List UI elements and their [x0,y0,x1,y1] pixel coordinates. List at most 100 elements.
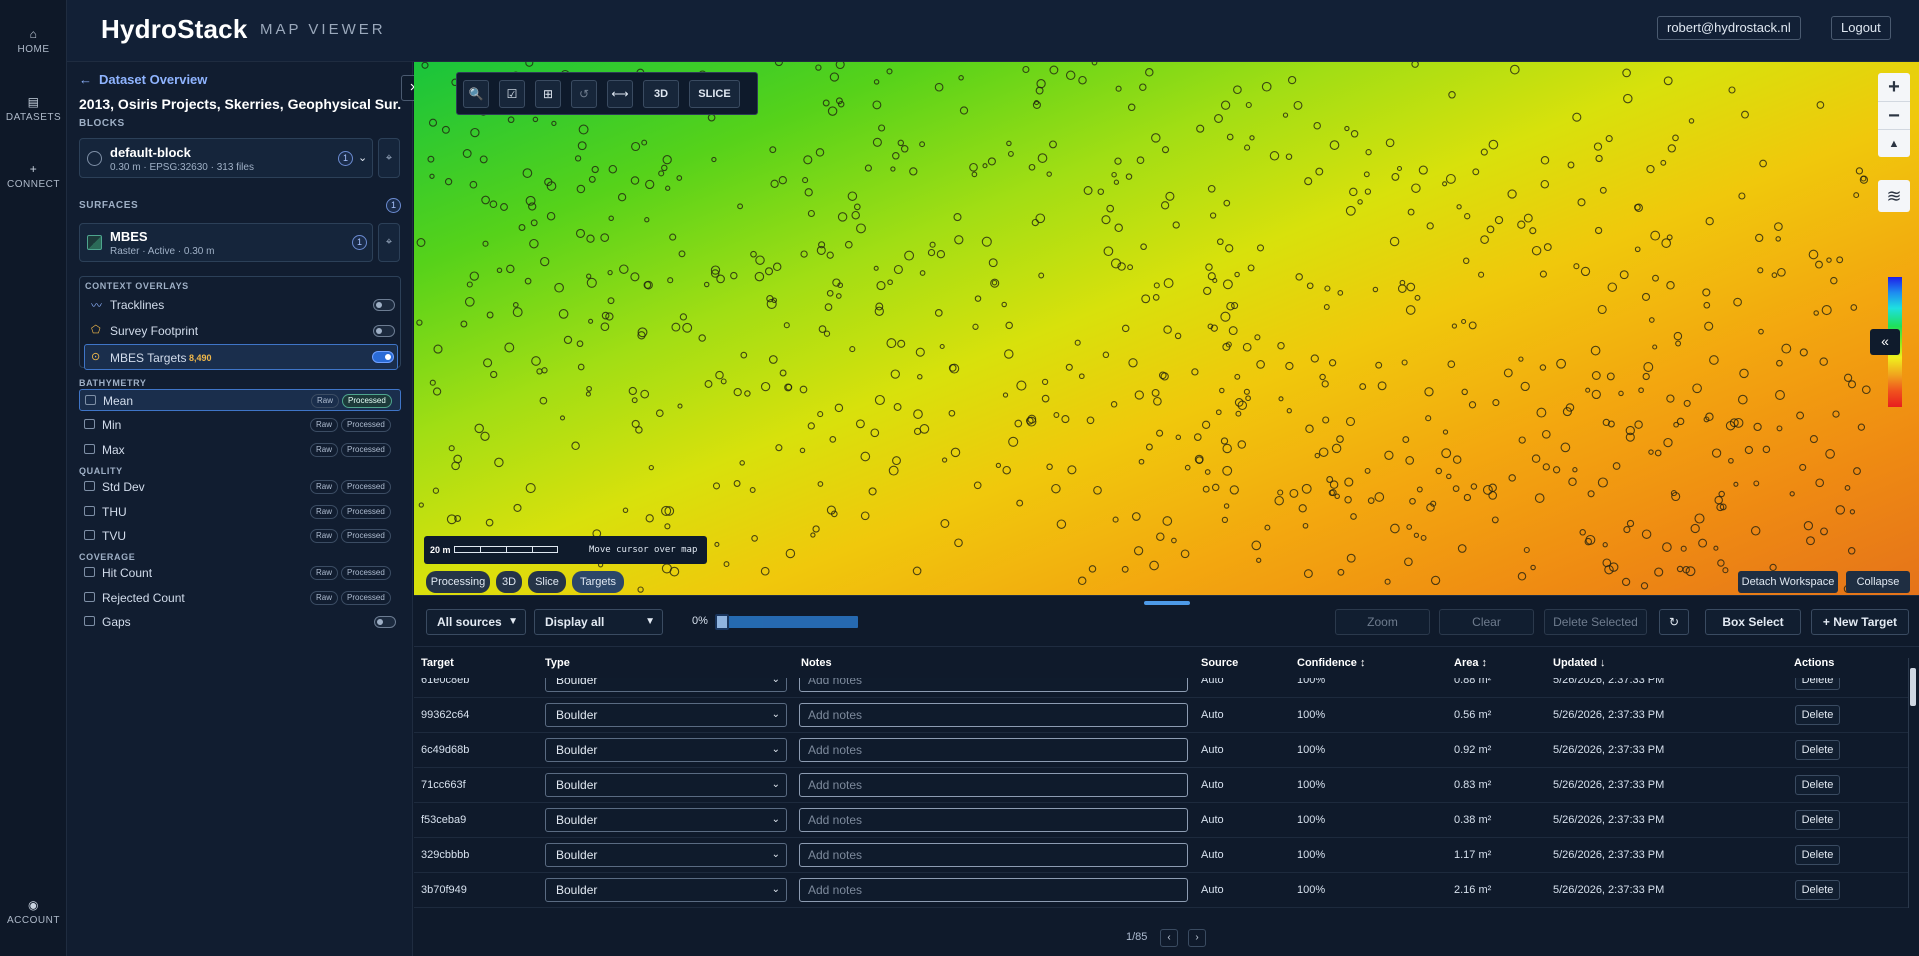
delete-selected-button[interactable]: Delete Selected [1544,609,1647,635]
mean-raw-pill[interactable]: Raw [311,394,340,408]
notes-input[interactable]: Add notes [799,808,1188,832]
col-target[interactable]: Target [421,657,454,669]
max-raw-pill[interactable]: Raw [310,443,339,457]
chip-targets[interactable]: Targets [572,571,624,593]
type-select[interactable]: Boulder ⌄ [545,703,787,727]
tvu-processed-pill[interactable]: Processed [341,529,391,543]
type-select[interactable]: Boulder ⌄ [545,843,787,867]
col-area[interactable]: Area ↕ [1454,657,1487,669]
layer-gaps[interactable]: Gaps [79,611,401,633]
rail-datasets[interactable]: ▤ DATASETS [0,95,67,123]
zoom-button[interactable]: Zoom [1335,609,1430,635]
type-select[interactable]: Boulder ⌄ [545,808,787,832]
delete-row-button[interactable]: Delete [1795,810,1840,830]
layer-mean[interactable]: Mean Raw Processed [79,389,401,411]
footprint-toggle[interactable] [373,325,395,337]
compass-button[interactable]: ▲ [1878,129,1910,157]
chip-3d[interactable]: 3D [496,571,522,593]
chip-processing[interactable]: Processing [426,571,490,593]
table-row[interactable]: 61e0c8eb Boulder ⌄ Add notes Auto 100% 0.88 m²… [414,678,1909,698]
zoom-out-button[interactable]: − [1878,101,1910,129]
resize-handle[interactable] [1144,601,1190,605]
layer-thu[interactable]: THU Raw Processed [79,501,401,523]
scrollbar-thumb[interactable] [1910,668,1916,706]
rotate-tool-button[interactable]: ↺ [571,80,597,108]
box-select-button[interactable]: Box Select [1705,609,1801,635]
back-arrow-icon[interactable]: ← [79,72,92,87]
notes-input[interactable]: Add notes [799,738,1188,762]
gaps-toggle[interactable] [374,616,396,628]
rejected-processed-pill[interactable]: Processed [341,591,391,605]
measure-tool-button[interactable]: ⟷ [607,80,633,108]
delete-row-button[interactable]: Delete [1795,678,1840,690]
map-canvas[interactable]: 🔍 ☑ ⊞ ↺ ⟷ 3D SLICE + − ▲ ≋ « 20 m Move c… [414,62,1919,595]
zoom-in-button[interactable]: + [1878,73,1910,101]
user-email-button[interactable]: robert@hydrostack.nl [1657,16,1801,40]
targets-toggle[interactable] [372,351,394,363]
slice-button[interactable]: SLICE [689,80,740,108]
delete-row-button[interactable]: Delete [1795,880,1840,900]
overlay-mbes-targets[interactable]: ⊙ MBES Targets 8,490 [84,344,398,370]
type-select[interactable]: Boulder ⌄ [545,738,787,762]
grid-tool-button[interactable]: ⊞ [535,80,561,108]
col-confidence[interactable]: Confidence ↕ [1297,657,1365,669]
block-locate-button[interactable]: ⌖ [378,138,400,178]
threshold-slider-thumb[interactable] [715,614,729,630]
notes-input[interactable]: Add notes [799,773,1188,797]
col-updated[interactable]: Updated ↓ [1553,657,1606,669]
layer-hit-count[interactable]: Hit Count Raw Processed [79,562,401,584]
layer-tvu[interactable]: TVU Raw Processed [79,525,401,547]
layer-rejected-count[interactable]: Rejected Count Raw Processed [79,587,401,609]
chip-slice[interactable]: Slice [528,571,566,593]
layer-std-dev[interactable]: Std Dev Raw Processed [79,476,401,498]
table-row[interactable]: 3b70f949 Boulder ⌄ Add notes Auto 100% 2.16 m²… [414,873,1909,908]
tvu-raw-pill[interactable]: Raw [310,529,339,543]
layer-max[interactable]: Max Raw Processed [79,439,401,461]
col-type[interactable]: Type [545,657,570,669]
delete-row-button[interactable]: Delete [1795,740,1840,760]
prev-page-button[interactable]: ‹ [1160,929,1178,947]
surface-locate-button[interactable]: ⌖ [378,223,400,262]
mean-processed-pill[interactable]: Processed [342,394,392,408]
delete-row-button[interactable]: Delete [1795,705,1840,725]
delete-row-button[interactable]: Delete [1795,845,1840,865]
table-row[interactable]: 329cbbbb Boulder ⌄ Add notes Auto 100% 1.17 m²… [414,838,1909,873]
threshold-slider-track[interactable] [715,614,858,630]
min-processed-pill[interactable]: Processed [341,418,391,432]
chevron-down-icon[interactable]: ⌄ [358,151,367,164]
table-row[interactable]: 71cc663f Boulder ⌄ Add notes Auto 100% 0.83 m²… [414,768,1909,803]
new-target-button[interactable]: + New Target [1811,609,1909,635]
hit-raw-pill[interactable]: Raw [310,566,339,580]
surface-card[interactable]: MBES Raster · Active · 0.30 m 1 [79,223,373,262]
overlay-survey-footprint[interactable]: ⬠ Survey Footprint [85,318,397,344]
rail-account[interactable]: ◉ ACCOUNT [0,898,67,926]
select-tool-button[interactable]: ☑ [499,80,525,108]
std-processed-pill[interactable]: Processed [341,480,391,494]
type-select[interactable]: Boulder ⌄ [545,678,787,692]
table-row[interactable]: f53ceba9 Boulder ⌄ Add notes Auto 100% 0.38 m²… [414,803,1909,838]
clear-button[interactable]: Clear [1439,609,1534,635]
col-source[interactable]: Source [1201,657,1238,669]
overlay-tracklines[interactable]: 〰 Tracklines [85,292,397,318]
notes-input[interactable]: Add notes [799,878,1188,902]
block-card[interactable]: default-block 0.30 m · EPSG:32630 · 313 … [79,138,373,178]
col-notes[interactable]: Notes [801,657,832,669]
logout-button[interactable]: Logout [1831,16,1891,40]
delete-row-button[interactable]: Delete [1795,775,1840,795]
sources-select[interactable]: All sources ▼ [426,609,526,635]
3d-button[interactable]: 3D [643,80,679,108]
dataset-overview-link[interactable]: Dataset Overview [99,72,207,87]
collapse-legend-button[interactable]: « [1870,329,1900,355]
rejected-raw-pill[interactable]: Raw [310,591,339,605]
notes-input[interactable]: Add notes [799,678,1188,692]
thu-processed-pill[interactable]: Processed [341,505,391,519]
table-scrollbar[interactable] [1908,658,1916,908]
table-row[interactable]: 6c49d68b Boulder ⌄ Add notes Auto 100% 0.92 m²… [414,733,1909,768]
table-row[interactable]: 99362c64 Boulder ⌄ Add notes Auto 100% 0.56 m²… [414,698,1909,733]
notes-input[interactable]: Add notes [799,843,1188,867]
rail-connect[interactable]: + CONNECT [0,162,67,190]
search-tool-button[interactable]: 🔍 [463,80,489,108]
type-select[interactable]: Boulder ⌄ [545,878,787,902]
type-select[interactable]: Boulder ⌄ [545,773,787,797]
min-raw-pill[interactable]: Raw [310,418,339,432]
